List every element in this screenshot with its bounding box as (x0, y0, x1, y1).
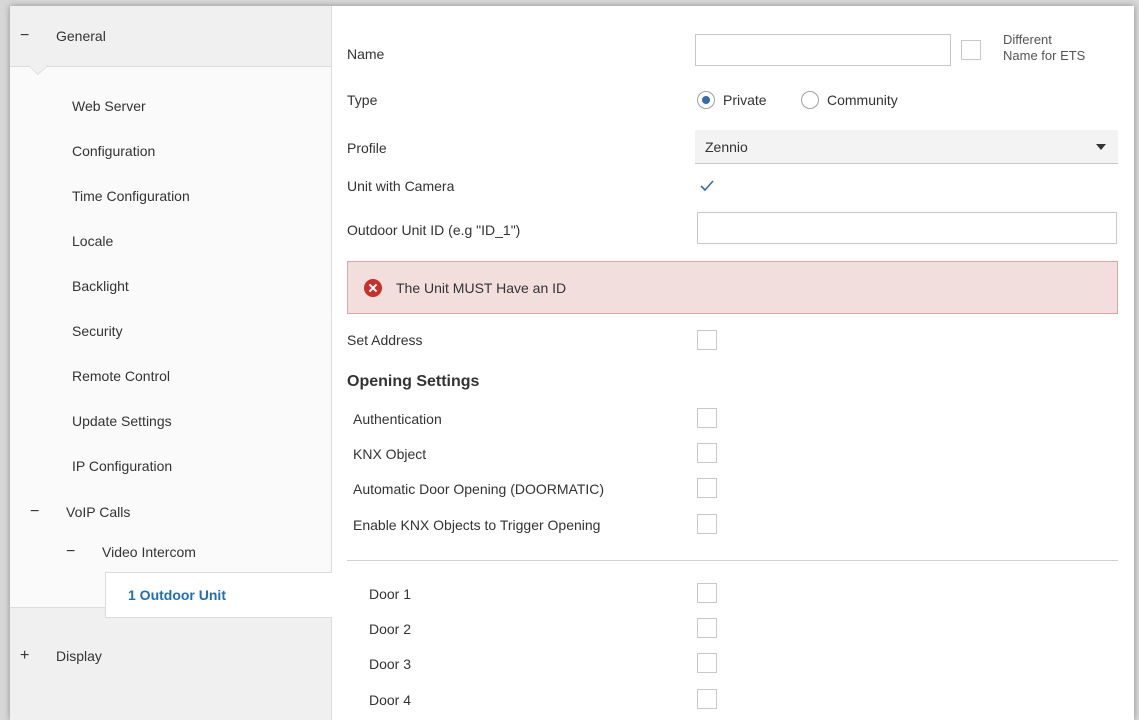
sidebar-item-update-settings[interactable]: Update Settings (72, 399, 172, 443)
outdoor-id-input[interactable] (697, 212, 1117, 244)
sidebar-group-display[interactable]: + Display (10, 626, 331, 686)
opening-settings-title: Opening Settings (347, 373, 480, 390)
sidebar-item-video-intercom[interactable]: − Video Intercom (66, 530, 196, 574)
sidebar-item-label: IP Configuration (72, 458, 173, 474)
knx-object-checkbox[interactable] (697, 443, 717, 463)
error-icon (364, 278, 382, 297)
sidebar-item-label: Locale (72, 233, 114, 249)
error-message: The Unit MUST Have an ID (396, 279, 567, 296)
sidebar-group-label: Display (56, 648, 102, 664)
sidebar-item-label: Security (72, 323, 123, 339)
sidebar-item-time-configuration[interactable]: Time Configuration (72, 174, 190, 218)
outdoor-id-label: Outdoor Unit ID (e.g "ID_1") (347, 222, 521, 238)
main-panel: Name Different Name for ETS Type Private… (331, 6, 1134, 720)
door-3-checkbox[interactable] (697, 653, 717, 673)
divider (347, 560, 1118, 561)
sidebar: − General Web Server Configuration Time … (10, 6, 332, 720)
notch-decoration (28, 65, 48, 74)
chevron-down-icon (1096, 143, 1106, 150)
radio-label: Community (827, 92, 898, 108)
sidebar-item-label: Video Intercom (102, 544, 196, 560)
window: − General Web Server Configuration Time … (10, 6, 1134, 720)
knx-trigger-label: Enable KNX Objects to Trigger Opening (353, 517, 601, 533)
sidebar-item-voip-calls[interactable]: − VoIP Calls (30, 490, 130, 534)
set-address-checkbox[interactable] (697, 330, 717, 350)
type-radio-private[interactable]: Private (697, 91, 767, 109)
sidebar-item-label: Web Server (72, 98, 146, 114)
authentication-label: Authentication (353, 411, 442, 427)
different-name-checkbox[interactable] (961, 40, 981, 60)
sidebar-group-general[interactable]: − General (10, 6, 331, 66)
door-3-label: Door 3 (369, 656, 412, 672)
sidebar-item-label: Time Configuration (72, 188, 190, 204)
error-banner: The Unit MUST Have an ID (347, 261, 1118, 314)
radio-selected-icon (697, 91, 715, 109)
profile-label: Profile (347, 140, 387, 156)
sidebar-item-label: Backlight (72, 278, 129, 294)
different-name-label-line2: Name for ETS (1003, 48, 1086, 63)
sidebar-item-label: 1 Outdoor Unit (128, 587, 226, 603)
unit-camera-label: Unit with Camera (347, 178, 455, 194)
knx-trigger-checkbox[interactable] (697, 514, 717, 534)
door-1-label: Door 1 (369, 586, 412, 602)
sidebar-item-configuration[interactable]: Configuration (72, 129, 155, 173)
sidebar-item-backlight[interactable]: Backlight (72, 264, 129, 308)
radio-unselected-icon (801, 91, 819, 109)
doormatic-label: Automatic Door Opening (DOORMATIC) (353, 481, 605, 497)
collapse-icon: − (66, 543, 76, 560)
collapse-icon: − (30, 503, 40, 520)
sidebar-item-locale[interactable]: Locale (72, 219, 113, 263)
sidebar-item-remote-control[interactable]: Remote Control (72, 354, 170, 398)
sidebar-item-label: Update Settings (72, 413, 172, 429)
name-label: Name (347, 46, 385, 62)
sidebar-group-label: General (56, 28, 106, 44)
sidebar-item-label: VoIP Calls (66, 504, 131, 520)
expand-icon: + (20, 647, 30, 664)
unit-camera-checkbox[interactable] (697, 176, 717, 196)
type-label: Type (347, 92, 378, 108)
different-name-label-line1: Different (1003, 32, 1052, 47)
door-1-checkbox[interactable] (697, 583, 717, 603)
radio-label: Private (723, 92, 767, 108)
sidebar-item-label: Configuration (72, 143, 156, 159)
sidebar-item-security[interactable]: Security (72, 309, 123, 353)
authentication-checkbox[interactable] (697, 408, 717, 428)
profile-selected-value: Zennio (705, 138, 748, 155)
collapse-icon: − (20, 27, 30, 44)
door-4-checkbox[interactable] (697, 689, 717, 709)
sidebar-item-label: Remote Control (72, 368, 171, 384)
sidebar-item-outdoor-unit[interactable]: 1 Outdoor Unit (105, 572, 332, 618)
door-4-label: Door 4 (369, 692, 412, 708)
door-2-label: Door 2 (369, 621, 412, 637)
doormatic-checkbox[interactable] (697, 478, 717, 498)
door-2-checkbox[interactable] (697, 618, 717, 638)
profile-select[interactable]: Zennio (695, 130, 1118, 164)
type-radio-community[interactable]: Community (801, 91, 898, 109)
sidebar-item-ip-configuration[interactable]: IP Configuration (72, 444, 172, 488)
set-address-label: Set Address (347, 332, 423, 348)
knx-object-label: KNX Object (353, 446, 427, 462)
check-icon (700, 180, 714, 192)
sidebar-item-web-server[interactable]: Web Server (72, 84, 146, 128)
name-input[interactable] (695, 34, 951, 66)
